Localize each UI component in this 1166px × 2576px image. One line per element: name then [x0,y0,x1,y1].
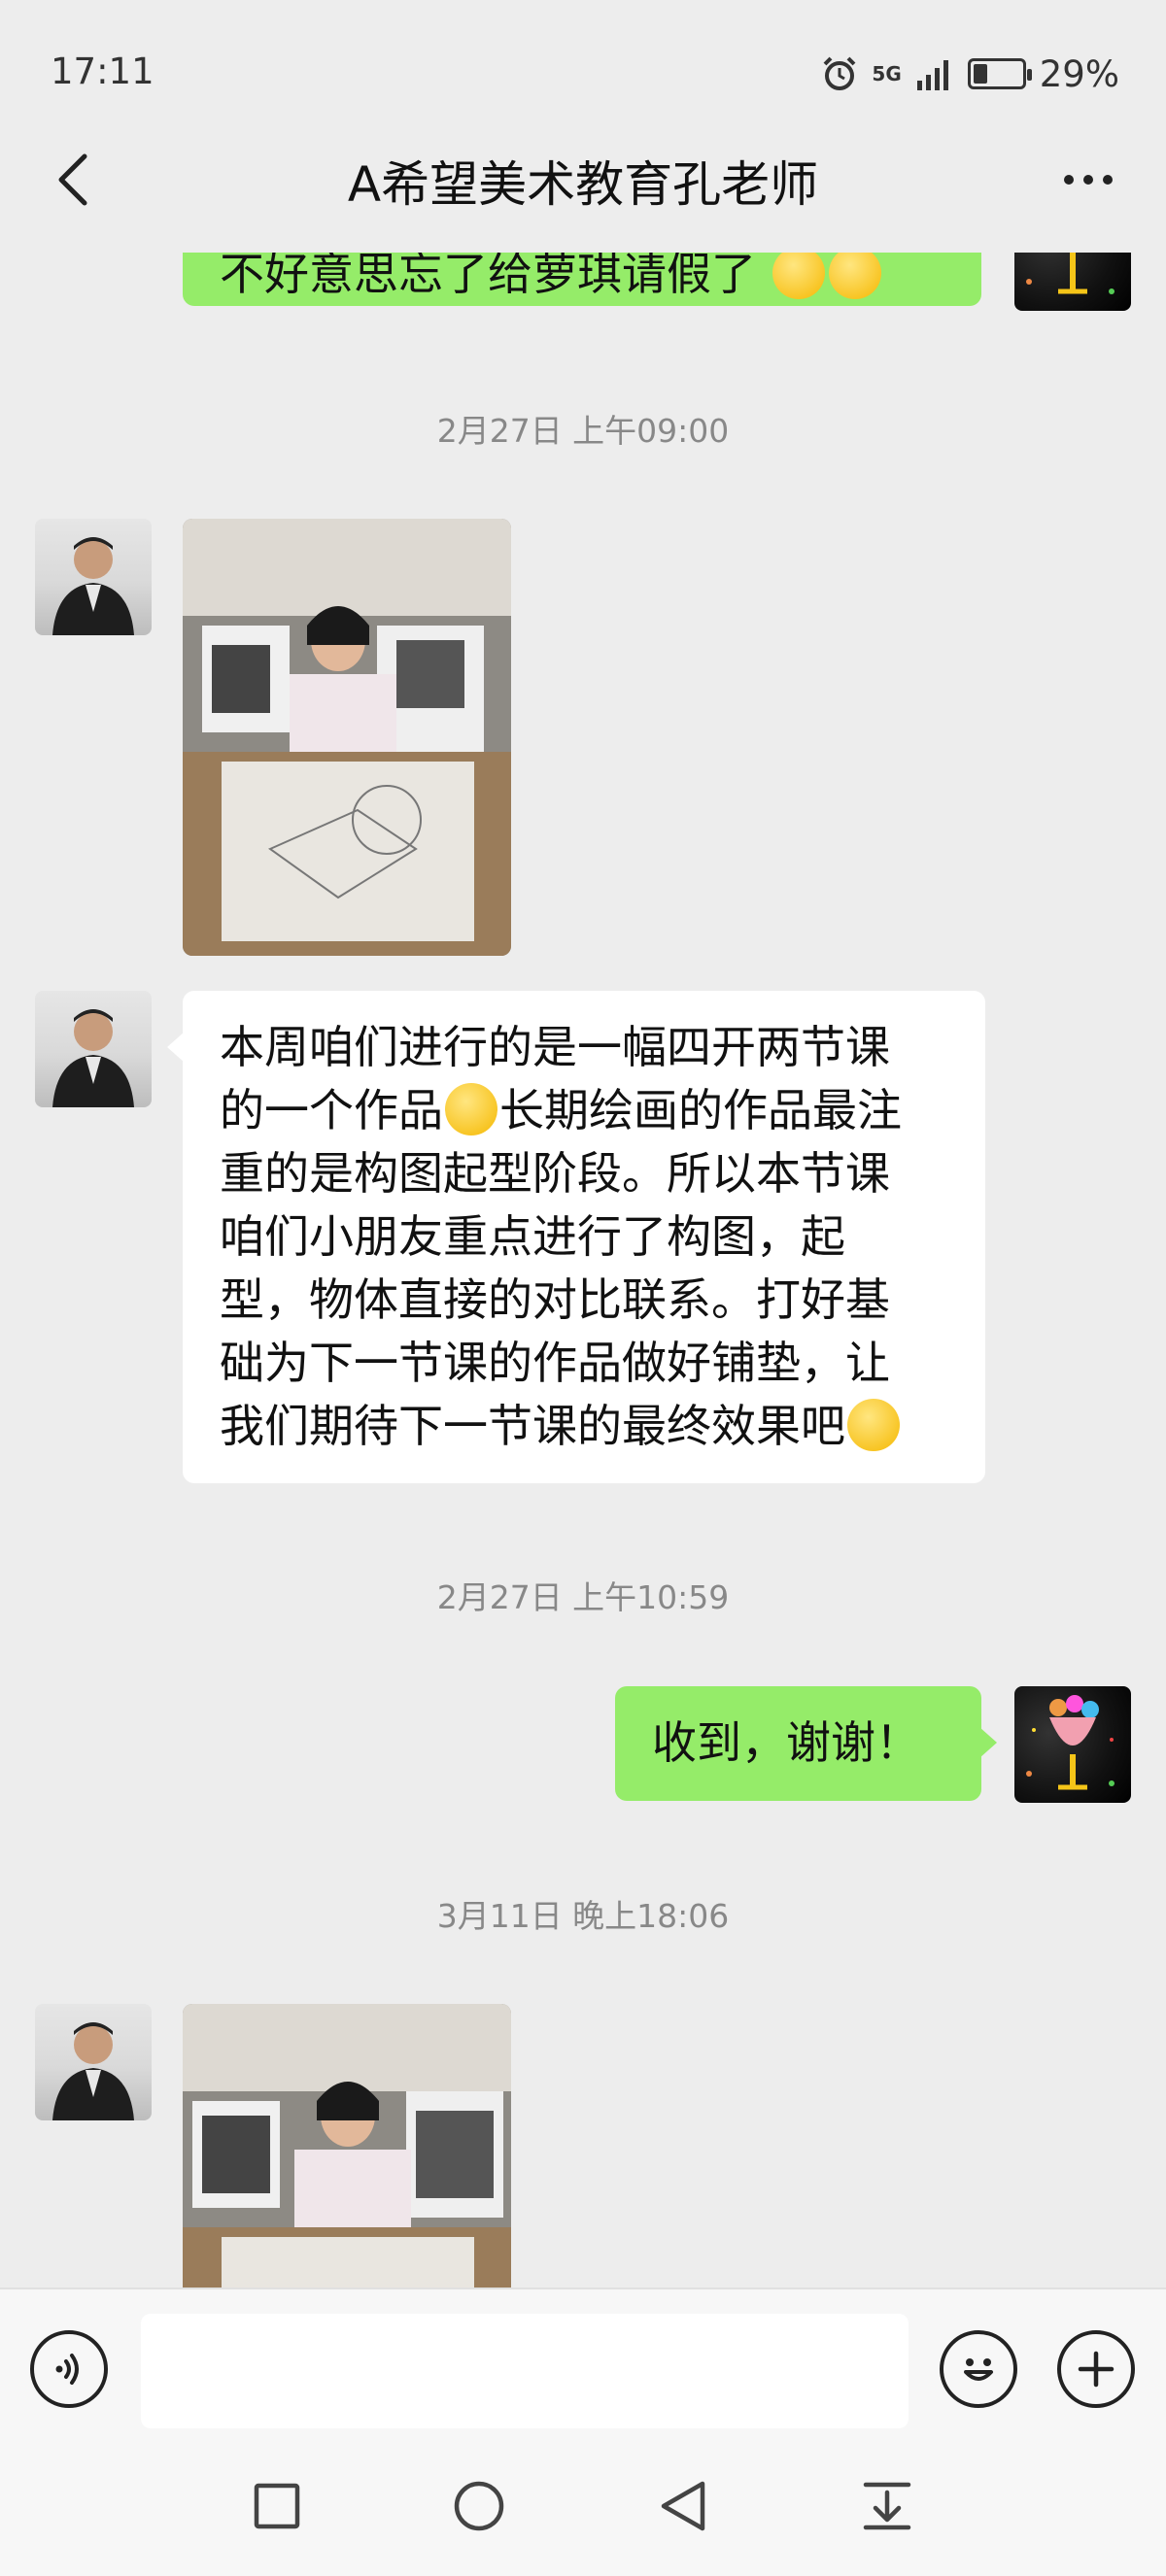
home-button[interactable] [445,2472,513,2540]
chat-screen: 17:11 5G 29% A希望美术教育孔老师 不好意思忘了给萝琪请假了 2月2… [0,0,1166,2576]
message-bubble-outgoing[interactable]: 不好意思忘了给萝琪请假了 [183,253,981,306]
message-bubble-incoming[interactable]: 本周咱们进行的是一幅四开两节课 的一个作品 长期绘画的作品最注 重的是构图起型阶段… [167,991,985,1483]
network-label: 5G [872,62,902,85]
avatar-art [1026,1695,1115,1790]
message-line: 重的是构图起型阶段。所以本节课 [220,1147,890,1200]
avatar-portrait [52,2022,134,2120]
square-icon [254,2483,300,2529]
message-timestamp: 3月11日 晚上18:06 [436,1897,730,1935]
status-icons: 5G 29% [821,51,1119,97]
teacher-avatar[interactable] [35,519,152,635]
message-line: 咱们小朋友重点进行了构图，起 [220,1210,845,1263]
system-nav-bar [0,2433,1166,2576]
battery-icon [967,58,1032,89]
message-text: 收到，谢谢！ [652,1716,920,1769]
voice-icon [55,2354,79,2385]
sketch-photo[interactable] [183,519,511,956]
emoji-button[interactable] [940,2330,1017,2408]
sketch-photo[interactable] [183,2004,511,2288]
laughing-emoji-icon [772,253,825,299]
laughing-emoji-icon [828,253,881,299]
avatar-art [1026,253,1115,294]
pulldown-icon [863,2482,911,2530]
message-line: 我们期待下一节课的最终效果吧 [220,1395,948,1458]
alarm-icon [823,56,856,90]
back-nav-button[interactable] [649,2472,717,2540]
message-list[interactable]: 不好意思忘了给萝琪请假了 2月27日 上午09:00 本周咱们进行的是一幅四开两… [0,253,1166,2288]
input-bar [0,2288,1166,2433]
more-button[interactable] [1049,146,1127,214]
teacher-avatar[interactable] [35,991,152,1107]
avatar-portrait [52,537,134,635]
photo-image [183,2004,511,2288]
emoji-icon [964,2358,993,2381]
message-text: 不好意思忘了给萝琪请假了 [220,253,756,300]
avatar-portrait [52,1009,134,1107]
message-timestamp: 2月27日 上午09:00 [436,412,730,450]
message-line: 础为下一节课的作品做好铺垫，让 [220,1337,890,1389]
my-avatar[interactable] [1014,1686,1131,1803]
message-bubble-outgoing[interactable]: 收到，谢谢！ [615,1686,997,1801]
message-input[interactable] [141,2314,909,2428]
signal-icon [916,60,948,90]
recent-apps-button[interactable] [243,2472,311,2540]
status-time: 17:11 [51,51,154,92]
teacher-avatar[interactable] [35,2004,152,2120]
more-dot [1083,175,1093,185]
thinking-emoji-icon [445,1083,497,1135]
notification-pulldown-button[interactable] [853,2472,921,2540]
circle-icon [454,2481,504,2531]
message-line: 本周咱们进行的是一幅四开两节课 [220,1021,890,1073]
more-dot [1064,175,1074,185]
add-icon [1078,2351,1115,2388]
message-timestamp: 2月27日 上午10:59 [436,1578,730,1616]
smile-emoji-icon [847,1399,900,1451]
photo-image [183,519,511,956]
message-line: 的一个作品 长期绘画的作品最注 [220,1083,902,1136]
triangle-back-icon [661,2481,705,2531]
chat-title: A希望美术教育孔老师 [347,156,819,213]
chat-header: A希望美术教育孔老师 [0,107,1166,253]
my-avatar[interactable] [1014,253,1131,311]
message-line: 型，物体直接的对比联系。打好基 [220,1273,890,1326]
more-dot [1103,175,1113,185]
voice-button[interactable] [30,2330,108,2408]
add-button[interactable] [1057,2330,1135,2408]
battery-percent: 29% [1039,52,1119,95]
